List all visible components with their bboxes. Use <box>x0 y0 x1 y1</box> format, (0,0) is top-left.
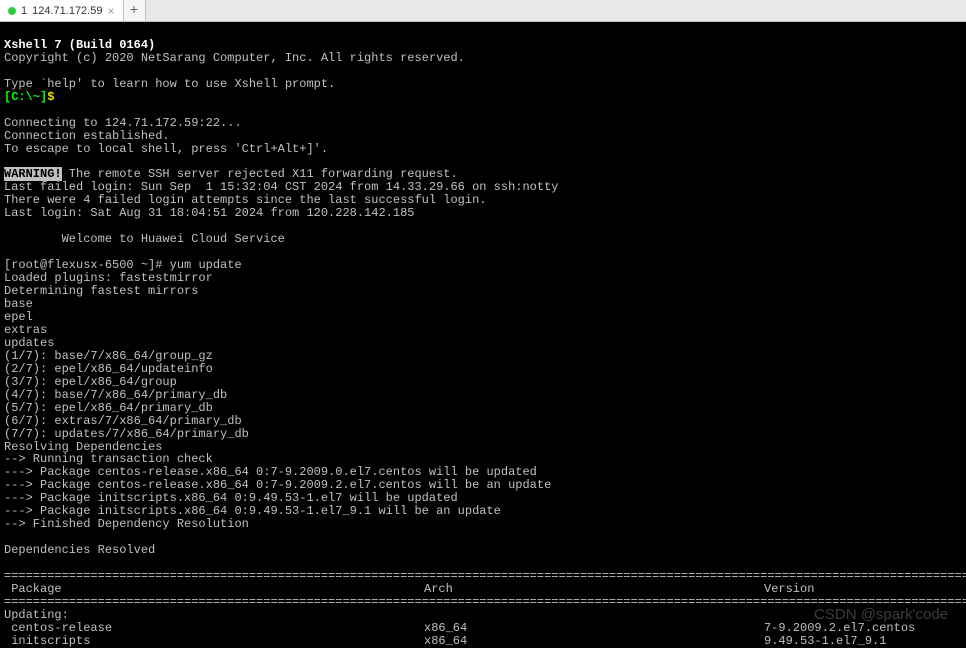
dep-line: --> Running transaction check <box>4 452 213 466</box>
welcome-line: Welcome to Huawei Cloud Service <box>4 232 285 246</box>
dep-line: ---> Package centos-release.x86_64 0:7-9… <box>4 478 551 492</box>
yum-loaded: Loaded plugins: fastestmirror <box>4 271 213 285</box>
yum-determining: Determining fastest mirrors <box>4 284 198 298</box>
repo-line: extras <box>4 323 47 337</box>
session-tab[interactable]: 1 124.71.172.59 × <box>0 0 124 21</box>
table-row: initscriptsx86_649.49.53-1.el7_9.1 <box>4 635 962 648</box>
progress-line: (1/7): base/7/x86_64/group_gz <box>4 349 213 363</box>
progress-line: (6/7): extras/7/x86_64/primary_db <box>4 414 242 428</box>
repo-line: updates <box>4 336 54 350</box>
status-dot-icon <box>8 7 16 15</box>
warning-label: WARNING! <box>4 167 62 181</box>
shell-prompt: [root@flexusx-6500 ~]# <box>4 258 170 272</box>
table-separator: ========================================… <box>4 569 966 583</box>
progress-line: (2/7): epel/x86_64/updateinfo <box>4 362 213 376</box>
x11-warning: The remote SSH server rejected X11 forwa… <box>62 167 458 181</box>
local-prompt-path: [C:\~] <box>4 90 47 104</box>
close-icon[interactable]: × <box>107 4 114 18</box>
progress-line: (3/7): epel/x86_64/group <box>4 375 177 389</box>
help-line: Type `help' to learn how to use Xshell p… <box>4 77 335 91</box>
escape-line: To escape to local shell, press 'Ctrl+Al… <box>4 142 328 156</box>
resolved-line: Dependencies Resolved <box>4 543 155 557</box>
cell-version: 9.49.53-1.el7_9.1 <box>764 635 962 648</box>
add-tab-button[interactable]: + <box>124 0 146 21</box>
dep-line: ---> Package initscripts.x86_64 0:9.49.5… <box>4 504 501 518</box>
app-title: Xshell 7 (Build 0164) <box>4 38 155 52</box>
terminal-output[interactable]: Xshell 7 (Build 0164) Copyright (c) 2020… <box>0 22 966 648</box>
shell-command: yum update <box>170 258 242 272</box>
tab-bar: 1 124.71.172.59 × + <box>0 0 966 22</box>
last-login-line: Last login: Sat Aug 31 18:04:51 2024 fro… <box>4 206 414 220</box>
resolving-line: Resolving Dependencies <box>4 440 162 454</box>
progress-line: (5/7): epel/x86_64/primary_db <box>4 401 213 415</box>
cell-package: initscripts <box>4 635 424 648</box>
failed-count-line: There were 4 failed login attempts since… <box>4 193 486 207</box>
dep-line: ---> Package centos-release.x86_64 0:7-9… <box>4 465 537 479</box>
progress-line: (4/7): base/7/x86_64/primary_db <box>4 388 227 402</box>
tab-index: 1 <box>21 5 27 17</box>
repo-line: epel <box>4 310 33 324</box>
connecting-line: Connecting to 124.71.172.59:22... <box>4 116 242 130</box>
cell-arch: x86_64 <box>424 635 764 648</box>
updating-label: Updating: <box>4 608 69 622</box>
last-failed-line: Last failed login: Sun Sep 1 15:32:04 CS… <box>4 180 559 194</box>
repo-line: base <box>4 297 33 311</box>
dep-line: ---> Package initscripts.x86_64 0:9.49.5… <box>4 491 458 505</box>
progress-line: (7/7): updates/7/x86_64/primary_db <box>4 427 249 441</box>
established-line: Connection established. <box>4 129 170 143</box>
dep-line: --> Finished Dependency Resolution <box>4 517 249 531</box>
local-prompt-dollar: $ <box>47 90 54 104</box>
tab-title: 124.71.172.59 <box>32 5 102 17</box>
table-separator: ========================================… <box>4 595 966 609</box>
copyright-line: Copyright (c) 2020 NetSarang Computer, I… <box>4 51 465 65</box>
